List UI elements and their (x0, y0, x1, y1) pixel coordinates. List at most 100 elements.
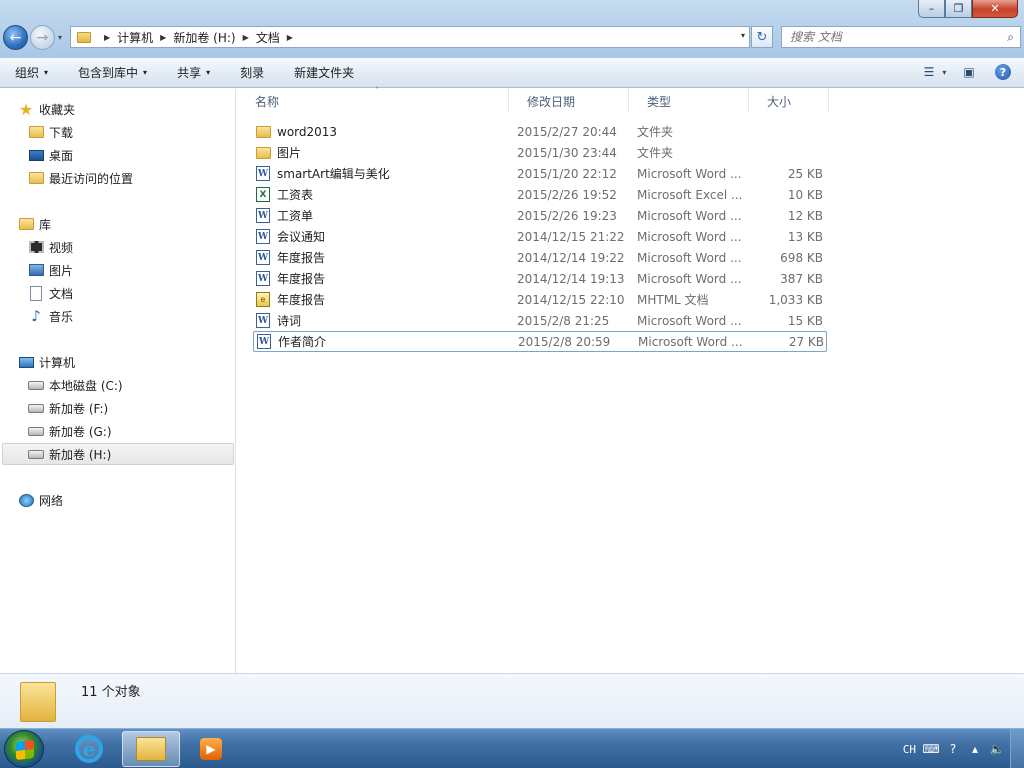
sidebar-item-computer[interactable]: 计算机 (18, 351, 75, 373)
sidebar-item-label: 新加卷 (H:) (49, 447, 112, 462)
taskbar: e ▶ CH ⌨ ? ▴ 🔈 (0, 728, 1024, 768)
new-folder-button[interactable]: 新建文件夹 (279, 64, 369, 81)
sidebar-item-drive-g[interactable]: 新加卷 (G:) (28, 420, 112, 442)
file-row[interactable]: WsmartArt编辑与美化 2015/1/20 22:12 Microsoft W… (253, 163, 827, 184)
help-icon: ? (995, 64, 1011, 80)
keyboard-icon[interactable]: ⌨ (922, 742, 939, 756)
sidebar-item-label: 库 (39, 217, 52, 232)
help-button[interactable]: ? (992, 62, 1014, 82)
word-document-icon: W (255, 229, 271, 245)
windows-logo-icon (16, 740, 34, 760)
breadcrumb-separator[interactable]: ▶ (287, 33, 293, 42)
burn-button[interactable]: 刻录 (225, 64, 279, 81)
navigation-pane: ★ 收藏夹 下载 桌面 最近访问的位置 库 视频 图片 文档 ♪ 音乐 计算机 … (0, 89, 236, 673)
share-menu[interactable]: 共享 ▾ (162, 64, 225, 81)
show-hidden-icons-button[interactable]: ▴ (968, 742, 982, 756)
column-header-name[interactable]: 名称 ˄ (237, 86, 509, 113)
file-name: smartArt编辑与美化 (277, 167, 390, 181)
sidebar-item-favorites[interactable]: ★ 收藏夹 (18, 98, 75, 120)
file-row[interactable]: W 会议通知 2014/12/15 21:22 Microsoft Word ... 1… (253, 226, 827, 247)
sidebar-item-pictures[interactable]: 图片 (28, 259, 73, 281)
taskbar-windows-explorer[interactable] (122, 731, 180, 767)
file-row[interactable]: W 年度报告 2014/12/14 19:13 Microsoft Word ... 3… (253, 268, 827, 289)
sidebar-item-documents[interactable]: 文档 (28, 282, 73, 304)
breadcrumb-separator[interactable]: ▶ (160, 33, 166, 42)
refresh-button[interactable]: ↻ (751, 26, 773, 48)
address-dropdown-button[interactable]: ▾ (741, 31, 745, 40)
minimize-button[interactable]: – (918, 0, 945, 18)
file-row[interactable]: X 工资表 2015/2/26 19:52 Microsoft Excel ... 10… (253, 184, 827, 205)
folder-icon (255, 145, 271, 161)
word-document-icon: W (256, 334, 272, 350)
file-type: Microsoft Word ... (638, 334, 743, 349)
window-titlebar: – ❐ ✕ ← → ▾ ▶ 计算机 ▶ 新加卷 (H:) ▶ 文档 ▶ ▾ ↻ … (0, 0, 1024, 58)
item-count: 11 个对象 (81, 685, 141, 700)
column-header-date-modified[interactable]: 修改日期 (509, 89, 629, 113)
breadcrumb-drive-h[interactable]: 新加卷 (H:) (173, 29, 235, 46)
word-document-icon-glyph: W (257, 334, 271, 349)
search-input[interactable] (782, 27, 992, 47)
sidebar-item-videos[interactable]: 视频 (28, 236, 73, 258)
music-note-icon: ♪ (31, 307, 41, 325)
word-document-icon-glyph: W (256, 250, 270, 265)
file-row[interactable]: e 年度报告 2014/12/15 22:10 MHTML 文档 1,033 KB (253, 289, 827, 310)
change-view-button[interactable]: ☰ ▾ (924, 62, 947, 82)
view-controls: ☰ ▾ ▣ ? (924, 62, 1014, 82)
search-icon[interactable]: ⌕ (1007, 30, 1014, 45)
sidebar-item-drive-f[interactable]: 新加卷 (F:) (28, 397, 108, 419)
word-document-icon: W (255, 313, 271, 329)
sidebar-item-label: 图片 (49, 263, 74, 278)
start-button[interactable] (4, 730, 44, 768)
maximize-button[interactable]: ❐ (945, 0, 972, 18)
sidebar-item-drive-c[interactable]: 本地磁盘 (C:) (28, 374, 123, 396)
media-player-icon: ▶ (200, 738, 222, 760)
preview-pane-button[interactable]: ▣ (958, 62, 980, 82)
breadcrumb-separator[interactable]: ▶ (104, 33, 110, 42)
search-box[interactable]: ⌕ (781, 26, 1021, 48)
breadcrumb-separator[interactable]: ▶ (243, 33, 249, 42)
sidebar-item-label: 新加卷 (G:) (49, 424, 112, 439)
file-row[interactable]: W 作者简介 2015/2/8 20:59 Microsoft Word ... 27 … (253, 331, 827, 352)
documents-icon (28, 285, 44, 301)
volume-icon[interactable]: 🔈 (990, 742, 1005, 756)
file-type: 文件夹 (637, 125, 674, 139)
file-row[interactable]: W 年度报告 2014/12/14 19:22 Microsoft Word ... 6… (253, 247, 827, 268)
include-in-library-menu[interactable]: 包含到库中 ▾ (63, 64, 162, 81)
sort-ascending-icon: ˄ (375, 86, 379, 95)
sidebar-item-desktop[interactable]: 桌面 (28, 144, 73, 166)
file-type: Microsoft Word ... (637, 229, 742, 244)
back-button[interactable]: ← (3, 25, 28, 50)
file-row[interactable]: 图片 2015/1/30 23:44 文件夹 (253, 142, 827, 163)
column-header-type[interactable]: 类型 (629, 89, 749, 113)
taskbar-internet-explorer[interactable]: e (60, 731, 118, 767)
organize-menu[interactable]: 组织 ▾ (0, 64, 63, 81)
word-document-icon: W (255, 166, 271, 182)
file-row[interactable]: W 诗词 2015/2/8 21:25 Microsoft Word ... 15 KB (253, 310, 827, 331)
sidebar-item-network[interactable]: 网络 (18, 489, 63, 511)
breadcrumb-documents[interactable]: 文档 (256, 29, 280, 46)
file-type: Microsoft Excel ... (637, 187, 743, 202)
close-button[interactable]: ✕ (972, 0, 1018, 18)
folder-icon (20, 682, 56, 722)
file-row[interactable]: W 工资单 2015/2/26 19:23 Microsoft Word ... 12 … (253, 205, 827, 226)
forward-button[interactable]: → (30, 25, 55, 50)
word-document-icon: W (255, 271, 271, 287)
sidebar-item-recent-places[interactable]: 最近访问的位置 (28, 167, 133, 189)
taskbar-media-player[interactable]: ▶ (182, 731, 240, 767)
internet-explorer-icon: e (75, 735, 103, 763)
help-icon[interactable]: ? (946, 742, 960, 756)
sidebar-item-drive-h[interactable]: 新加卷 (H:) (2, 443, 234, 465)
address-bar[interactable]: ▶ 计算机 ▶ 新加卷 (H:) ▶ 文档 ▶ ▾ (70, 26, 750, 48)
language-indicator[interactable]: CH (903, 743, 916, 756)
show-desktop-button[interactable] (1010, 729, 1024, 768)
sidebar-item-downloads[interactable]: 下载 (28, 121, 73, 143)
recent-pages-dropdown[interactable]: ▾ (58, 33, 68, 43)
excel-document-icon: X (255, 187, 271, 203)
file-type: Microsoft Word ... (637, 250, 742, 265)
file-row[interactable]: word2013 2015/2/27 20:44 文件夹 (253, 121, 827, 142)
column-header-size[interactable]: 大小 (749, 89, 829, 113)
sidebar-item-music[interactable]: ♪ 音乐 (28, 305, 73, 327)
file-name: 工资表 (277, 188, 314, 202)
sidebar-item-libraries[interactable]: 库 (18, 213, 51, 235)
breadcrumb-computer[interactable]: 计算机 (117, 29, 153, 46)
